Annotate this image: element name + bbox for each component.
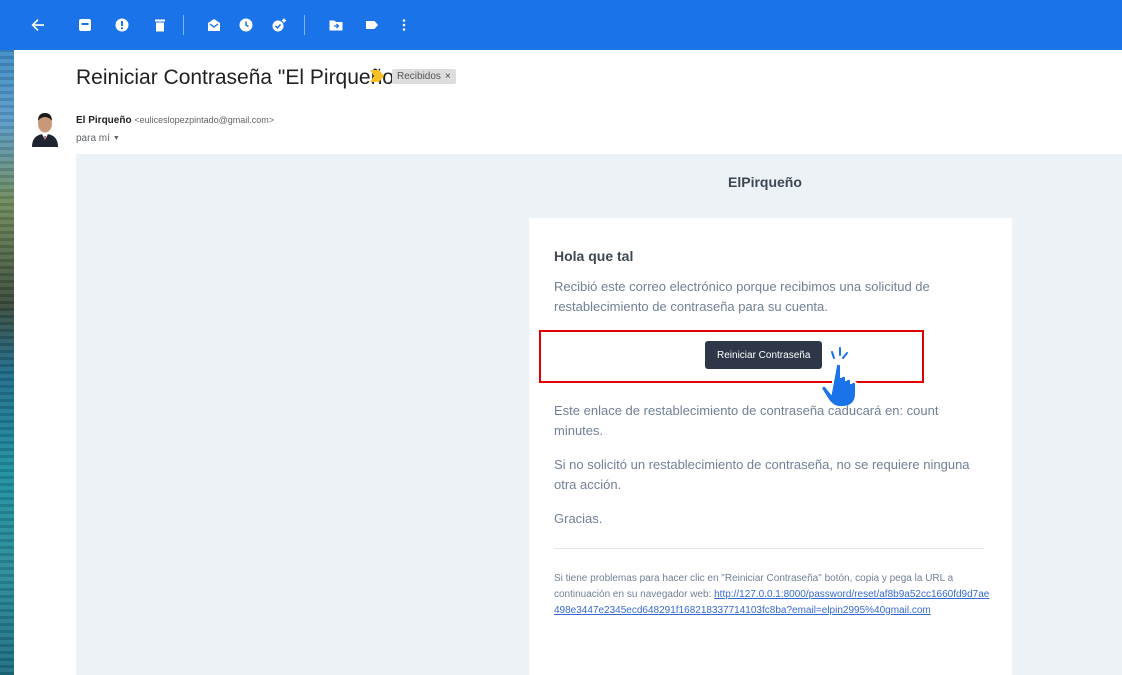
move-to-icon[interactable] [322, 11, 350, 39]
expiry-text: Este enlace de restablecimiento de contr… [554, 403, 939, 438]
recipient-line: para mí ▼ [76, 133, 120, 144]
remove-label-icon[interactable]: × [445, 71, 451, 82]
important-marker-icon[interactable] [370, 70, 384, 82]
brand-header: ElPirqueño [728, 174, 802, 190]
no-action-text: Si no solicitó un restablecimiento de co… [554, 457, 970, 492]
inbox-label: Recibidos [397, 71, 441, 82]
trouble-text-block: Si tiene problemas para hacer clic en "R… [554, 571, 990, 619]
email-subject: Reiniciar Contraseña "El Pirqueño" [76, 66, 402, 89]
sender-line: El Pirqueño <euliceslopezpintado@gmail.c… [76, 115, 274, 126]
inbox-label-chip: Recibidos × [392, 69, 456, 84]
thanks-text: Gracias. [554, 511, 603, 526]
pointer-hand-icon [820, 347, 857, 408]
label-icon[interactable] [358, 11, 386, 39]
sender-email: <euliceslopezpintado@gmail.com> [134, 115, 275, 125]
divider [554, 548, 984, 549]
chevron-down-icon[interactable]: ▼ [113, 135, 120, 142]
avatar [30, 111, 60, 147]
intro-text: Recibió este correo electrónico porque r… [554, 279, 930, 314]
greeting-heading: Hola que tal [554, 248, 634, 264]
archive-icon[interactable] [71, 11, 99, 39]
delete-icon[interactable] [146, 11, 174, 39]
toolbar-separator [304, 15, 305, 35]
back-arrow-icon[interactable] [24, 11, 52, 39]
reset-password-button[interactable]: Reiniciar Contraseña [705, 341, 823, 369]
mark-read-icon[interactable] [200, 11, 228, 39]
recipient-text: para mí [76, 133, 110, 144]
more-vert-icon[interactable] [390, 11, 418, 39]
sender-name[interactable]: El Pirqueño [76, 115, 132, 126]
background-strip [0, 0, 14, 675]
snooze-icon[interactable] [232, 11, 260, 39]
add-task-icon[interactable] [265, 11, 293, 39]
toolbar-separator [183, 15, 184, 35]
report-spam-icon[interactable] [108, 11, 136, 39]
mail-toolbar [0, 0, 1122, 50]
